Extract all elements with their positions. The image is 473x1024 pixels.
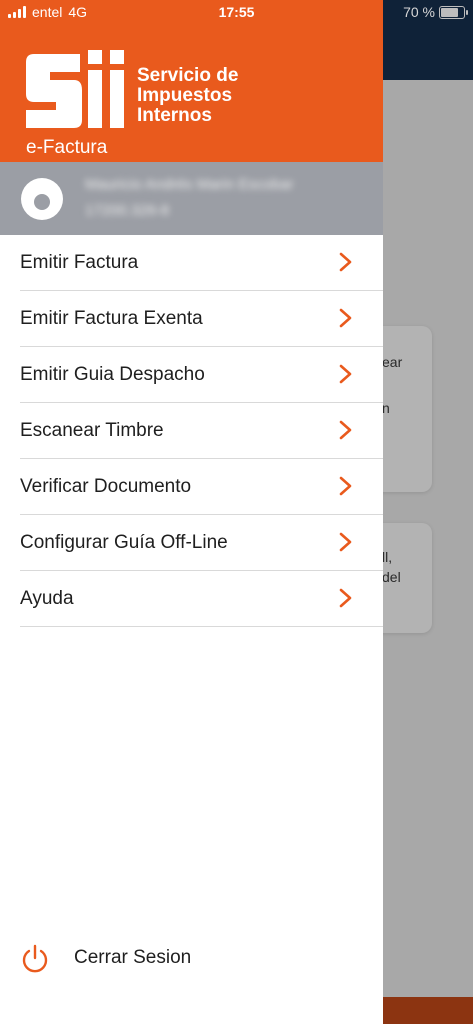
chevron-right-icon [339, 588, 352, 608]
menu-item-label: Emitir Factura [20, 252, 139, 273]
chevron-right-icon [339, 308, 352, 328]
chevron-right-icon [339, 252, 352, 272]
menu-item-label: Emitir Factura Exenta [20, 308, 203, 329]
background-card-text: ll, [382, 549, 393, 565]
sii-logo [26, 50, 124, 128]
drawer-header: entel 4G 17:55 Servicio de Impuestos Int… [0, 0, 383, 162]
chevron-right-icon [339, 476, 352, 496]
menu-item-emitir-factura[interactable]: Emitir Factura [20, 235, 383, 291]
logout-label: Cerrar Sesion [74, 947, 192, 968]
menu-item-emitir-guia-despacho[interactable]: Emitir Guia Despacho [20, 347, 383, 403]
menu-item-label: Escanear Timbre [20, 420, 164, 441]
menu-item-label: Configurar Guía Off-Line [20, 532, 228, 553]
menu-item-label: Verificar Documento [20, 476, 192, 497]
avatar[interactable] [21, 178, 63, 220]
menu-item-emitir-factura-exenta[interactable]: Emitir Factura Exenta [20, 291, 383, 347]
brand-name-line: Servicio de [137, 65, 239, 86]
menu-item-ayuda[interactable]: Ayuda [20, 571, 383, 627]
menu-item-label: Ayuda [20, 588, 74, 609]
user-name: Mauricio Andrés Marin Escobar [85, 176, 294, 193]
side-drawer: entel 4G 17:55 Servicio de Impuestos Int… [0, 0, 383, 1024]
brand-name-line: Impuestos [137, 85, 233, 106]
user-rut: 17200.326-8 [85, 202, 170, 219]
background-card-text: ear [382, 354, 403, 370]
chevron-right-icon [339, 364, 352, 384]
brand-name: Servicio de Impuestos Internos [137, 66, 238, 126]
logout-button[interactable]: Cerrar Sesion [20, 938, 191, 978]
drawer-menu: Emitir Factura Emitir Factura Exenta Emiti… [20, 235, 383, 627]
chevron-right-icon [339, 420, 352, 440]
menu-item-configurar-gu-a-off-line[interactable]: Configurar Guía Off-Line [20, 515, 383, 571]
menu-item-label: Emitir Guia Despacho [20, 364, 205, 385]
menu-item-verificar-documento[interactable]: Verificar Documento [20, 459, 383, 515]
app-subtitle: e-Factura [26, 137, 108, 158]
chevron-right-icon [339, 532, 352, 552]
background-card-text: n [382, 400, 390, 416]
power-icon [22, 944, 48, 973]
status-time: 17:55 [218, 4, 255, 20]
brand-name-line: Internos [137, 105, 212, 126]
menu-item-escanear-timbre[interactable]: Escanear Timbre [20, 403, 383, 459]
background-card-text: del [382, 569, 401, 585]
